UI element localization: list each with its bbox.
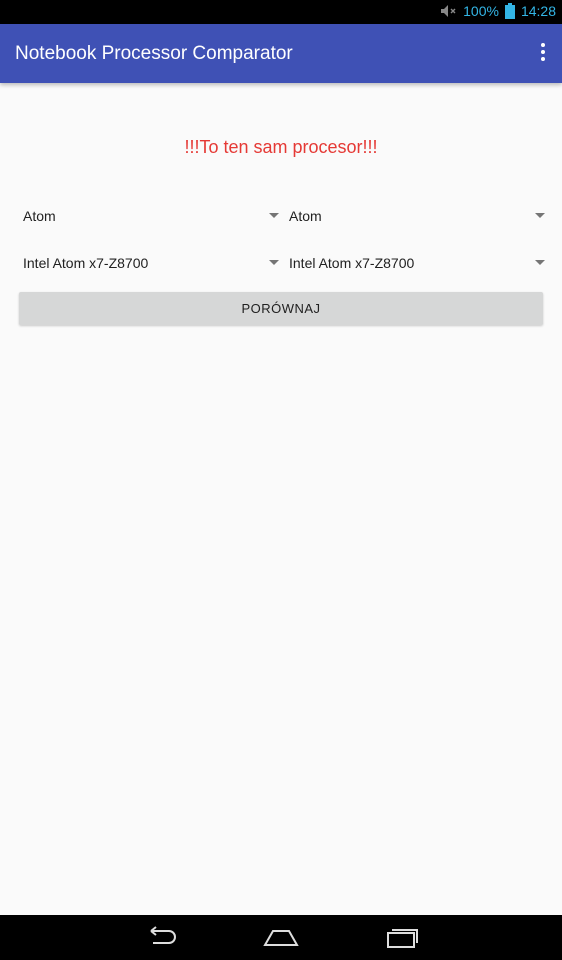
dropdown-arrow-icon bbox=[535, 213, 545, 218]
dropdown-arrow-icon bbox=[535, 260, 545, 265]
family-spinner-left[interactable]: Atom bbox=[19, 200, 281, 232]
family-spinner-left-value: Atom bbox=[23, 208, 56, 224]
family-spinner-right-value: Atom bbox=[289, 208, 322, 224]
mute-icon bbox=[441, 5, 456, 17]
battery-percent: 100% bbox=[463, 3, 499, 19]
same-processor-message: !!!To ten sam procesor!!! bbox=[184, 137, 378, 157]
model-spinner-left[interactable]: Intel Atom x7-Z8700 bbox=[19, 247, 281, 279]
back-icon[interactable] bbox=[143, 925, 179, 949]
family-spinner-right[interactable]: Atom bbox=[285, 200, 547, 232]
more-vert-icon[interactable] bbox=[538, 41, 548, 65]
compare-button[interactable]: PORÓWNAJ bbox=[19, 292, 543, 325]
dropdown-arrow-icon bbox=[269, 260, 279, 265]
home-icon[interactable] bbox=[263, 925, 299, 949]
model-spinner-left-value: Intel Atom x7-Z8700 bbox=[23, 255, 149, 271]
nav-bar bbox=[0, 915, 562, 960]
status-bar: 100% 14:28 bbox=[0, 0, 562, 24]
app-title: Notebook Processor Comparator bbox=[15, 43, 293, 64]
model-spinner-right[interactable]: Intel Atom x7-Z8700 bbox=[285, 247, 547, 279]
status-icons: 100% 14:28 bbox=[439, 3, 556, 19]
model-spinner-right-value: Intel Atom x7-Z8700 bbox=[289, 255, 415, 271]
clock: 14:28 bbox=[520, 3, 556, 19]
dropdown-arrow-icon bbox=[269, 213, 279, 218]
app-bar: Notebook Processor Comparator bbox=[0, 24, 562, 83]
recents-icon[interactable] bbox=[384, 925, 420, 949]
battery-icon bbox=[504, 3, 515, 19]
